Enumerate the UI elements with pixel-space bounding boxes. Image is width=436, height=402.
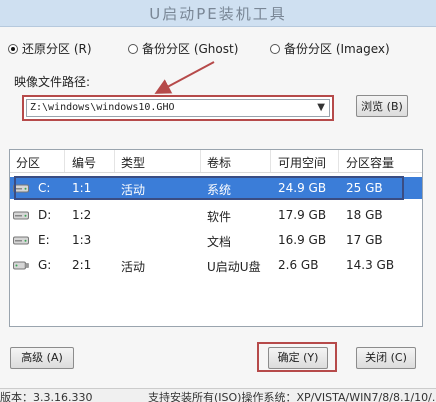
- title-bar: U启动PE装机工具: [0, 0, 436, 27]
- status-bar: 版本：3.3.16.330 支持安装所有(ISO)操作系统：XP/VISTA/W…: [0, 388, 436, 402]
- cell-capacity: 18 GB: [346, 208, 383, 222]
- cell-type: 活动: [121, 260, 146, 274]
- cell-partition: E:: [38, 233, 50, 247]
- radio-restore-partition[interactable]: 还原分区 (R): [8, 40, 92, 57]
- close-button[interactable]: 关闭 (C): [356, 347, 416, 369]
- cell-capacity: 17 GB: [346, 233, 383, 247]
- selected-row-highlight-box: [14, 176, 404, 200]
- cell-free-space: 16.9 GB: [278, 233, 327, 247]
- chevron-down-icon[interactable]: ▼: [317, 102, 325, 113]
- radio-dot[interactable]: [128, 43, 138, 54]
- column-divider: [200, 150, 201, 172]
- image-path-label: 映像文件路径:: [14, 75, 91, 89]
- cell-volume-label: U启动U盘: [207, 260, 261, 274]
- image-path-combobox[interactable]: Z:\windows\windows10.GHO ▼: [26, 99, 330, 117]
- header-type: 类型: [121, 156, 146, 170]
- header-free-space: 可用空间: [278, 156, 327, 170]
- header-capacity: 分区容量: [346, 156, 395, 170]
- cell-partition: G:: [38, 258, 52, 272]
- cell-number: 1:3: [72, 233, 92, 247]
- radio-label-ghost: 备份分区 (Ghost): [142, 42, 239, 56]
- image-path-value: Z:\windows\windows10.GHO: [30, 102, 175, 113]
- table-row[interactable]: D: 1:2 软件 17.9 GB 18 GB: [10, 204, 422, 226]
- disk-drive-icon: [13, 236, 29, 245]
- image-path-highlight-box: Z:\windows\windows10.GHO ▼: [22, 95, 334, 121]
- cell-free-space: 17.9 GB: [278, 208, 327, 222]
- radio-dot[interactable]: [270, 43, 280, 54]
- pe-installer-window: U启动PE装机工具 还原分区 (R) 备份分区 (Ghost) 备份分区 (Im…: [0, 0, 436, 402]
- cell-number: 2:1: [72, 258, 92, 272]
- cell-free-space: 2.6 GB: [278, 258, 319, 272]
- column-divider: [64, 150, 65, 172]
- table-row[interactable]: E: 1:3 文档 16.9 GB 17 GB: [10, 229, 422, 251]
- radio-backup-imagex[interactable]: 备份分区 (Imagex): [270, 40, 390, 57]
- cell-number: 1:2: [72, 208, 92, 222]
- ok-button[interactable]: 确定 (Y): [268, 347, 328, 369]
- browse-button[interactable]: 浏览 (B): [356, 95, 408, 117]
- header-number: 编号: [72, 156, 97, 170]
- column-divider: [270, 150, 271, 172]
- version-text: 版本：3.3.16.330: [0, 391, 93, 402]
- radio-backup-ghost[interactable]: 备份分区 (Ghost): [128, 40, 238, 57]
- window-title: U启动PE装机工具: [149, 5, 287, 23]
- supported-os-text: 支持安装所有(ISO)操作系统：XP/VISTA/WIN7/8/8.1/10/.…: [148, 391, 436, 402]
- cell-partition: D:: [38, 208, 52, 222]
- radio-label-restore: 还原分区 (R): [22, 42, 92, 56]
- header-volume-label: 卷标: [207, 156, 232, 170]
- table-header: 分区 编号 类型 卷标 可用空间 分区容量: [10, 150, 422, 173]
- header-partition: 分区: [16, 156, 41, 170]
- radio-label-imagex: 备份分区 (Imagex): [284, 42, 390, 56]
- column-divider: [114, 150, 115, 172]
- mode-radio-group: 还原分区 (R) 备份分区 (Ghost) 备份分区 (Imagex): [8, 40, 436, 58]
- column-divider: [338, 150, 339, 172]
- disk-drive-icon: [13, 211, 29, 220]
- cell-volume-label: 文档: [207, 235, 232, 249]
- cell-capacity: 14.3 GB: [346, 258, 395, 272]
- table-row[interactable]: G: 2:1 活动 U启动U盘 2.6 GB 14.3 GB: [10, 254, 422, 276]
- advanced-button[interactable]: 高级 (A): [10, 347, 74, 369]
- usb-drive-icon: [13, 261, 29, 270]
- cell-volume-label: 软件: [207, 210, 232, 224]
- radio-dot-checked[interactable]: [8, 43, 18, 54]
